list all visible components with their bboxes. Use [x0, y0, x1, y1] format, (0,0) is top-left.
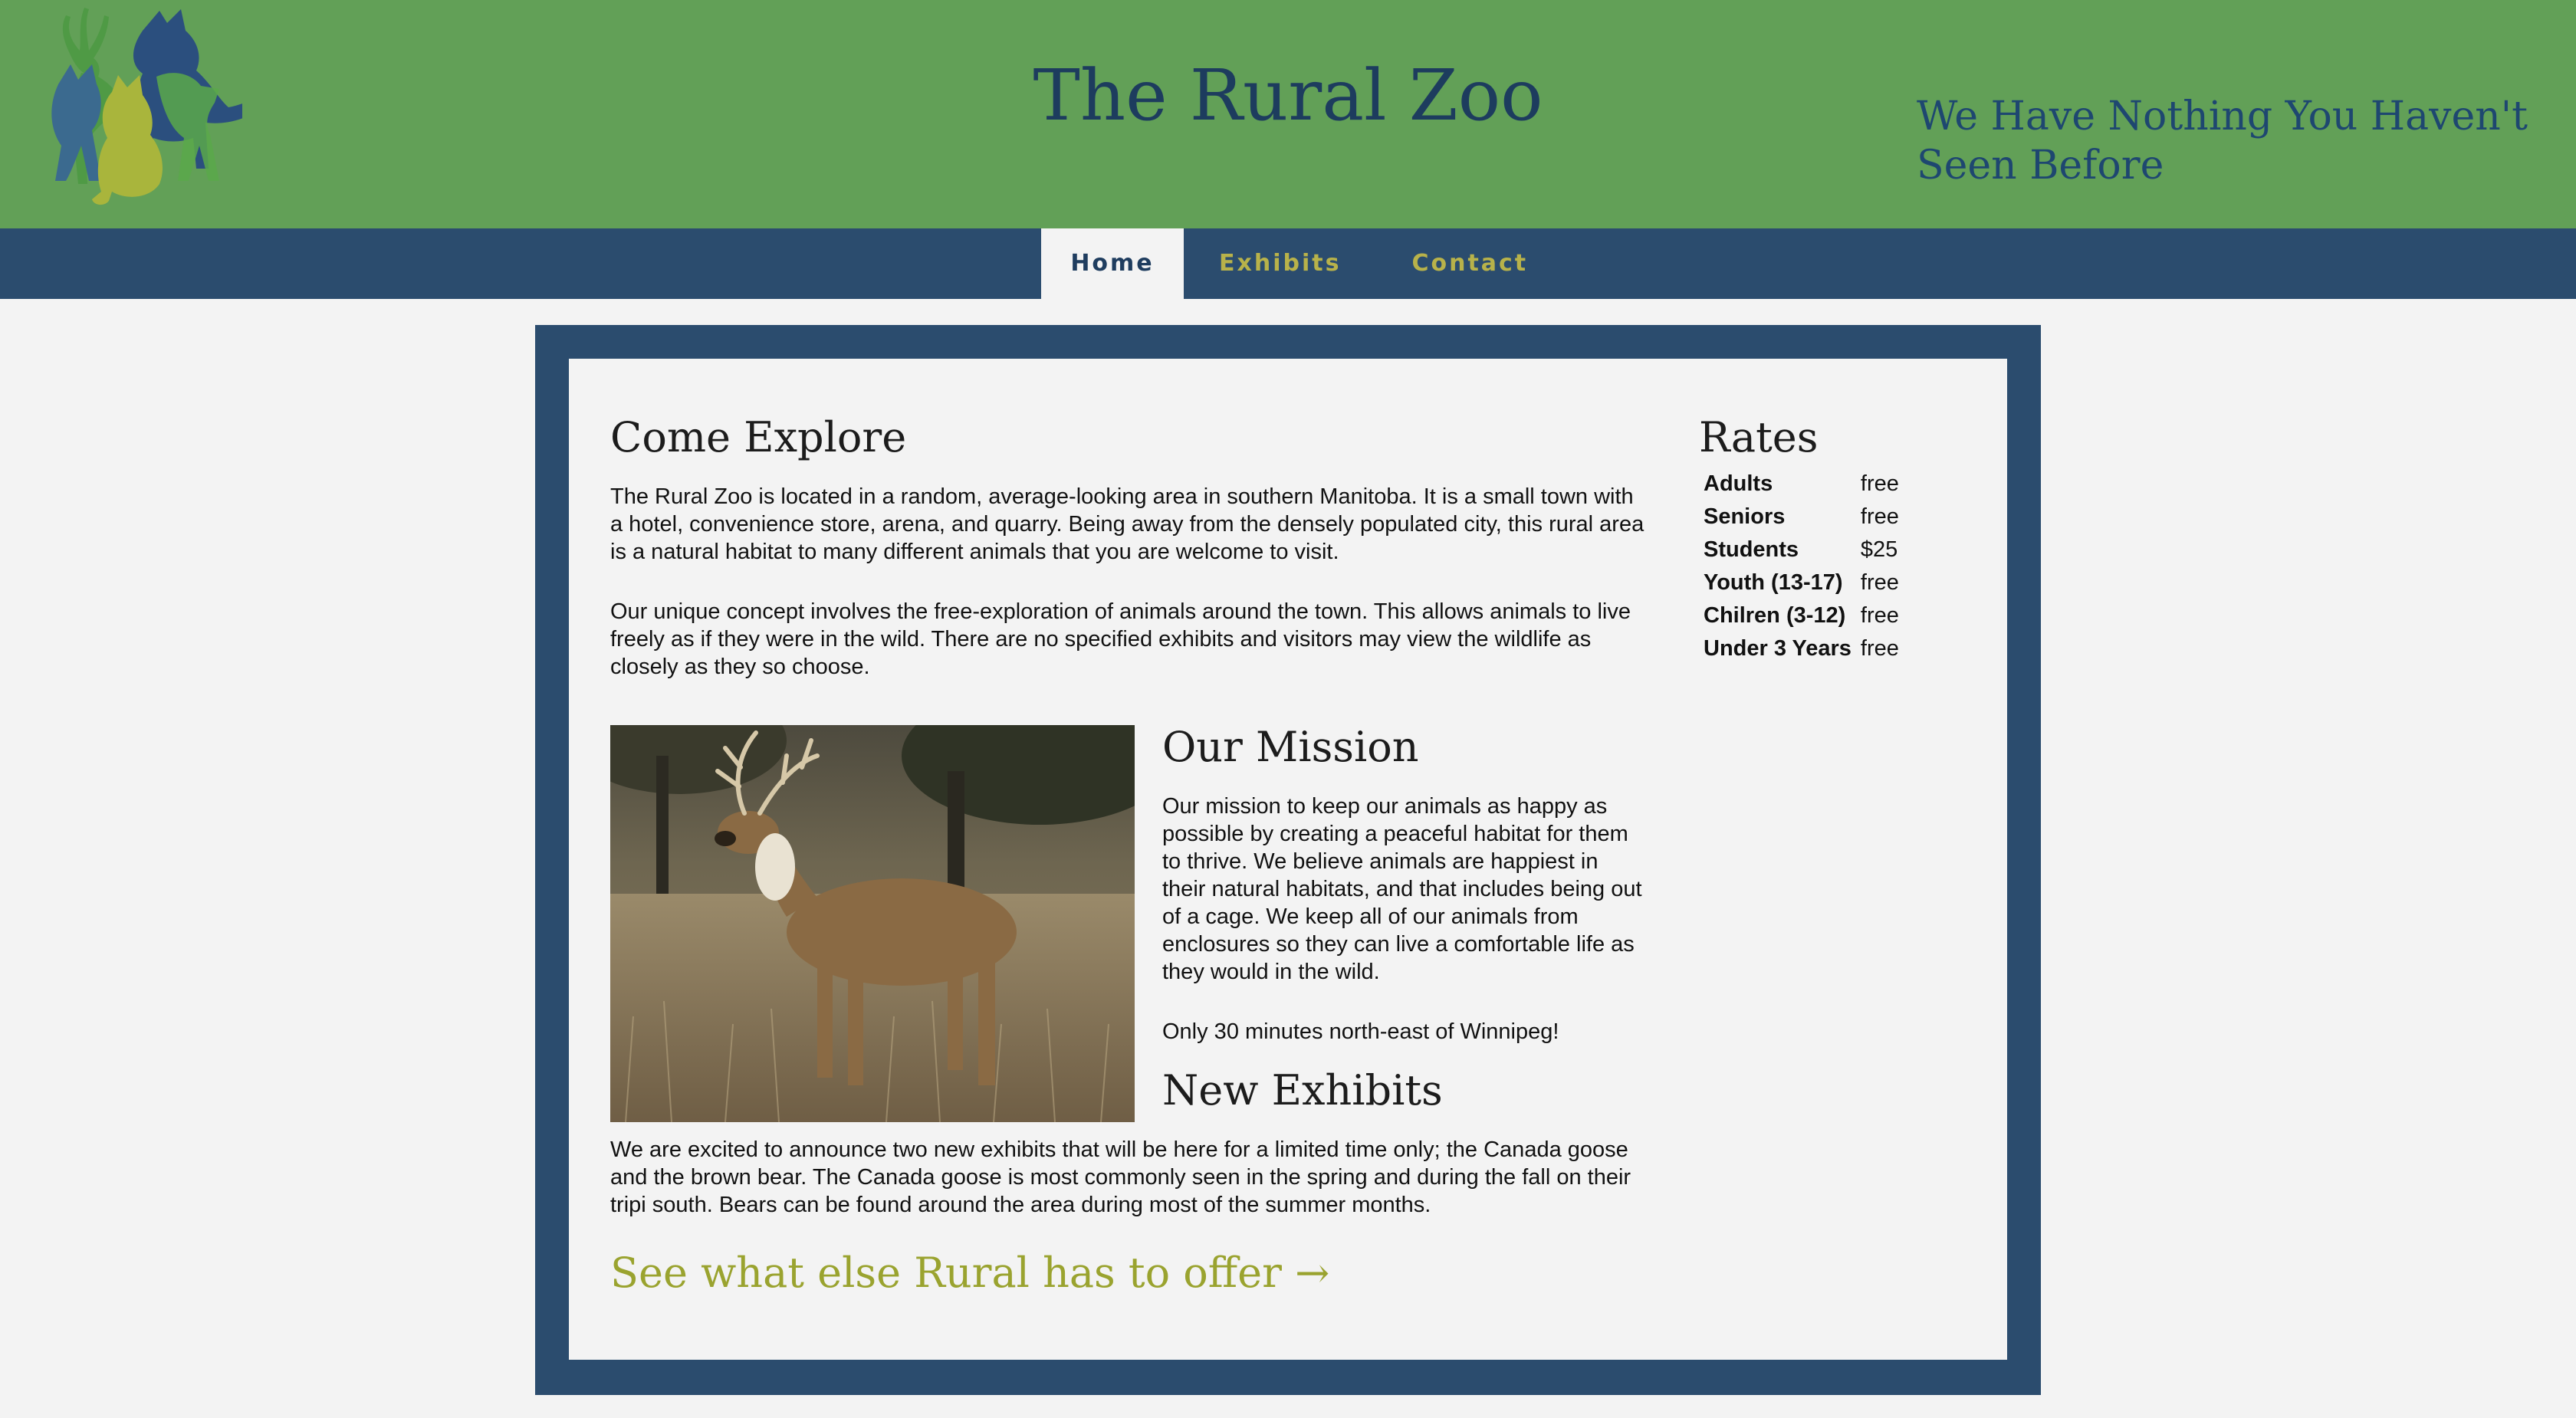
nav-exhibits-link[interactable]: Exhibits — [1184, 228, 1376, 299]
site-header: The Rural Zoo We Have Nothing You Haven'… — [0, 0, 2576, 228]
rates-table: Adults free Seniors free Students $25 Yo… — [1699, 468, 1904, 665]
rate-label: Chilren (3-12) — [1704, 603, 1846, 628]
rates-heading: Rates — [1699, 413, 1819, 461]
content-frame: Come Explore The Rural Zoo is located in… — [535, 325, 2041, 1395]
rate-price: free — [1860, 504, 1899, 529]
site-tagline: We Have Nothing You Haven't Seen Before — [1917, 94, 2528, 189]
nav-items: Home Exhibits Contact — [1041, 228, 1563, 299]
table-row: Under 3 Years free — [1699, 632, 1904, 665]
new-exhibits-paragraph: We are excited to announce two new exhib… — [610, 1137, 1631, 1217]
nav-contact-link[interactable]: Contact — [1376, 228, 1563, 299]
table-row: Students $25 — [1699, 533, 1904, 566]
table-row: Youth (13-17) free — [1699, 566, 1904, 599]
rates-sidebar: Rates Adults free Seniors free Students … — [1699, 412, 1975, 665]
see-more-link[interactable]: See what else Rural has to offer → — [610, 1248, 1647, 1298]
explore-paragraph-1: The Rural Zoo is located in a random, av… — [610, 484, 1644, 564]
nav-home-link[interactable]: Home — [1041, 228, 1184, 299]
deer-photo — [610, 725, 1135, 1122]
explore-heading: Come Explore — [610, 413, 907, 461]
rate-price: free — [1860, 570, 1899, 595]
rate-label: Youth (13-17) — [1704, 570, 1843, 595]
rate-label: Adults — [1704, 471, 1773, 496]
main-nav: Home Exhibits Contact — [0, 228, 2576, 299]
rate-label: Seniors — [1704, 504, 1786, 529]
table-row: Adults free — [1699, 468, 1904, 501]
rate-price: free — [1860, 636, 1899, 661]
rate-label: Under 3 Years — [1704, 636, 1852, 661]
table-row: Chilren (3-12) free — [1699, 599, 1904, 632]
rate-price: $25 — [1860, 537, 1898, 562]
content-panel: Come Explore The Rural Zoo is located in… — [569, 359, 2007, 1360]
rate-label: Students — [1704, 537, 1799, 562]
rate-price: free — [1860, 603, 1899, 628]
rate-price: free — [1860, 471, 1899, 496]
explore-paragraph-2: Our unique concept involves the free-exp… — [610, 599, 1631, 679]
main-column: Come Explore The Rural Zoo is located in… — [610, 412, 1647, 1298]
table-row: Seniors free — [1699, 501, 1904, 533]
